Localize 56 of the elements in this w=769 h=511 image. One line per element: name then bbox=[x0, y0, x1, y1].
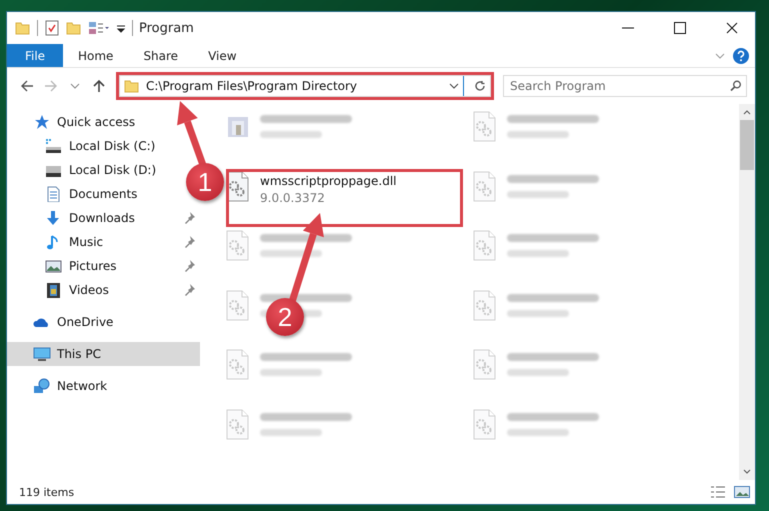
ribbon-tab[interactable]: View bbox=[193, 44, 252, 67]
star-icon bbox=[33, 114, 51, 130]
drive-icon bbox=[45, 138, 63, 154]
new-folder-icon bbox=[66, 20, 82, 36]
monitor-icon bbox=[33, 346, 51, 362]
film-icon bbox=[45, 282, 63, 298]
blurred-file-detail bbox=[507, 131, 569, 138]
expand-ribbon-icon bbox=[715, 52, 725, 60]
nav-item[interactable]: OneDrive bbox=[7, 310, 118, 334]
large-icons-view-button[interactable] bbox=[733, 484, 751, 500]
picture-icon bbox=[45, 258, 63, 274]
close-icon bbox=[726, 22, 738, 34]
blurred-file-detail bbox=[260, 131, 322, 138]
ribbon-tab[interactable]: File bbox=[7, 44, 63, 67]
nav-item[interactable]: Downloads bbox=[7, 206, 200, 230]
refresh-icon bbox=[474, 80, 486, 92]
help-icon bbox=[733, 48, 749, 64]
ribbon-tab[interactable]: Home bbox=[63, 44, 128, 67]
back-icon bbox=[20, 79, 34, 93]
large-icons-view-icon bbox=[734, 485, 750, 499]
blurred-file-detail bbox=[260, 428, 322, 436]
blurred-file-detail bbox=[507, 190, 569, 198]
search-field[interactable]: Search Program bbox=[503, 75, 747, 97]
network-icon bbox=[33, 378, 51, 394]
properties-icon bbox=[44, 20, 60, 36]
blurred-file-detail bbox=[507, 428, 569, 436]
folder-icon bbox=[15, 20, 31, 36]
search-input[interactable]: Search Program bbox=[504, 76, 724, 96]
ribbon-tab[interactable]: Share bbox=[128, 44, 194, 67]
nav-item[interactable]: Network bbox=[7, 374, 112, 398]
details-view-button[interactable] bbox=[709, 484, 727, 500]
nav-item[interactable]: Quick access bbox=[7, 110, 140, 134]
nav-item[interactable]: Pictures bbox=[7, 254, 200, 278]
nav-item[interactable]: Local Disk (C:) bbox=[7, 134, 160, 158]
item-count: 119 items bbox=[19, 486, 76, 498]
details-view-icon bbox=[710, 485, 726, 499]
file-name[interactable]: wmsscriptproppage.dll bbox=[260, 174, 397, 188]
nav-item[interactable]: Local Disk (D:) bbox=[7, 158, 160, 182]
maximize-icon bbox=[674, 22, 686, 34]
caret-icon bbox=[449, 82, 459, 90]
blurred-file-detail bbox=[507, 250, 569, 257]
view-icon bbox=[88, 20, 110, 36]
nav-item[interactable]: Music bbox=[7, 230, 200, 254]
blurred-file-detail bbox=[507, 369, 569, 376]
window-title: Program bbox=[139, 20, 195, 36]
nav-item[interactable]: Videos bbox=[7, 278, 200, 302]
scrollbar-thumb[interactable] bbox=[740, 120, 754, 170]
nav-item[interactable]: Documents bbox=[7, 182, 142, 206]
address-bar[interactable]: C:\Program Files\Program Directory bbox=[119, 75, 491, 97]
file-detail: 9.0.0.3372 bbox=[260, 190, 326, 204]
up-icon bbox=[92, 79, 106, 93]
forward-icon bbox=[44, 79, 58, 93]
blurred-file-detail bbox=[260, 369, 322, 376]
folder-icon bbox=[124, 78, 140, 94]
nav-item[interactable]: This PC bbox=[7, 342, 200, 366]
blurred-file-detail bbox=[507, 310, 569, 316]
